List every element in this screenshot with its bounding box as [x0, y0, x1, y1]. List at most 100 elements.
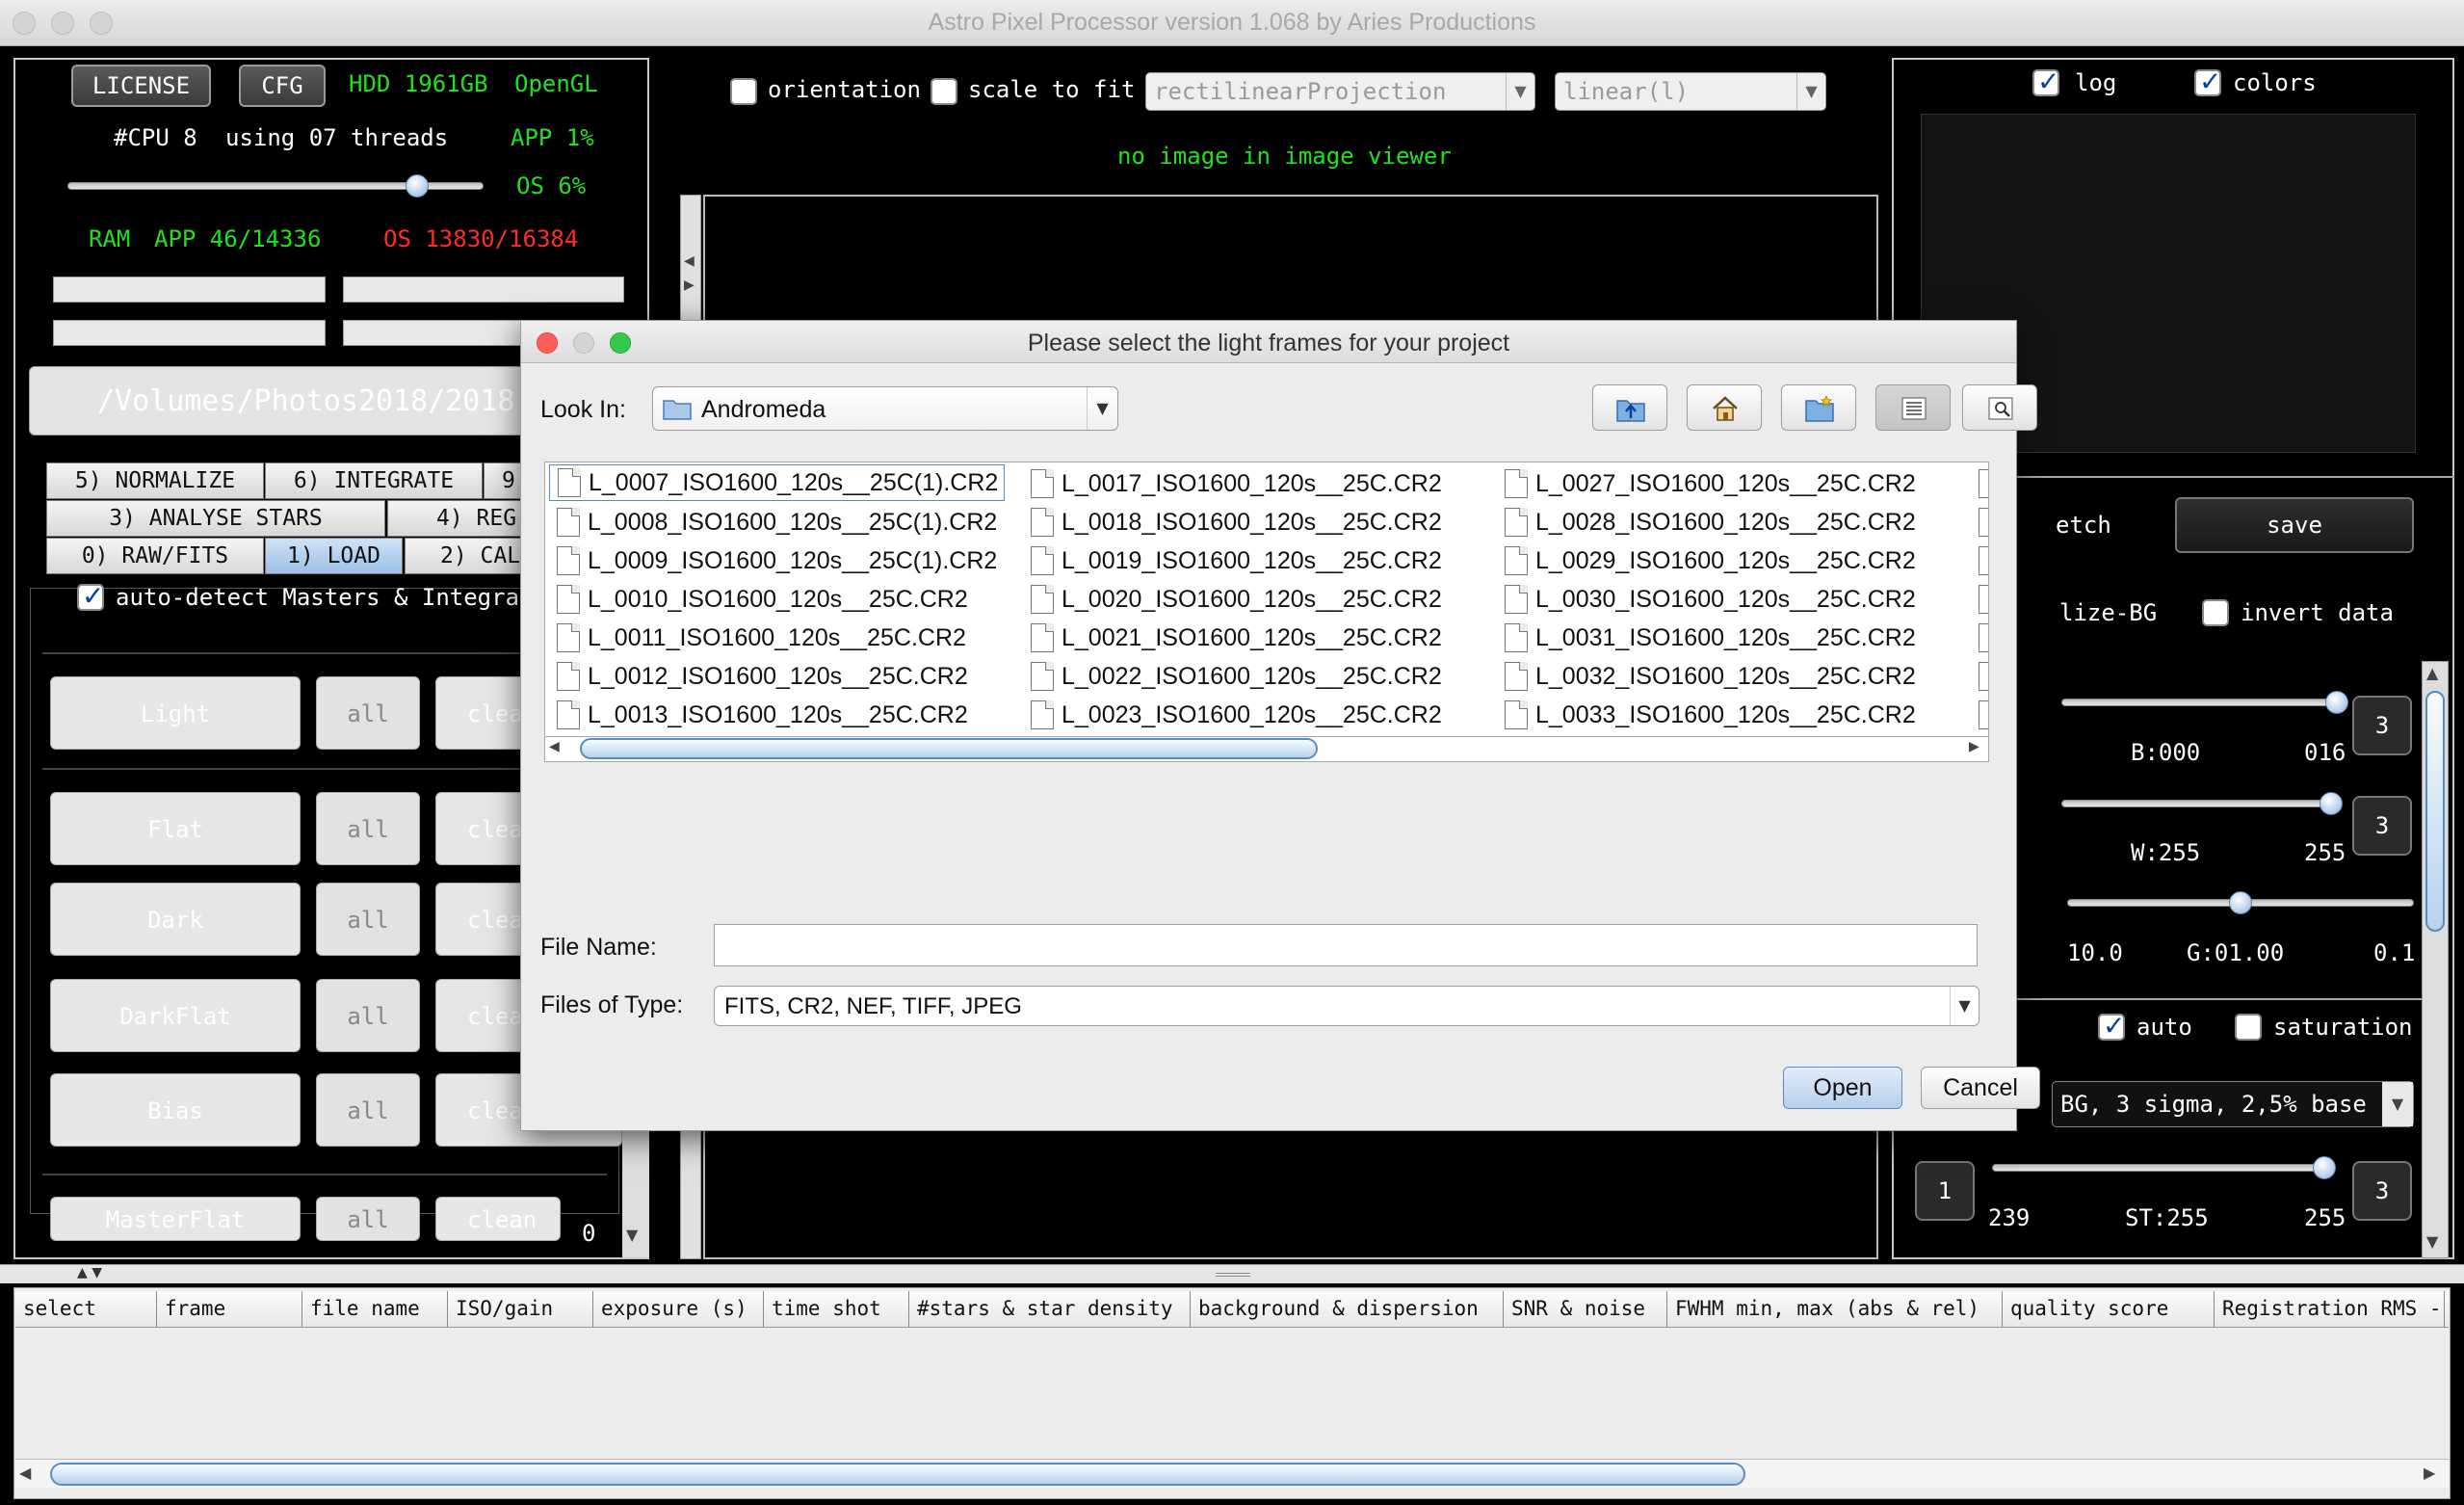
file-item[interactable]: L_: [1971, 541, 1988, 580]
stretch-select[interactable]: linear(l) ▼: [1555, 72, 1826, 111]
select-all-bias-button[interactable]: all: [316, 1073, 420, 1147]
file-list-scrollbar-thumb[interactable]: [580, 738, 1318, 759]
grip-icon[interactable]: [1216, 1273, 1250, 1277]
load-darkflat-button[interactable]: DarkFlat: [50, 979, 301, 1052]
column-header[interactable]: select: [15, 1291, 157, 1328]
scroll-right-arrow-icon[interactable]: ▶: [2424, 1464, 2435, 1482]
file-item[interactable]: L_0028_ISO1600_120s__25C.CR2: [1497, 503, 1922, 541]
log-checkbox[interactable]: [2032, 66, 2059, 97]
new-folder-button[interactable]: [1781, 384, 1856, 431]
tab-raw-fits[interactable]: 0) RAW/FITS: [46, 538, 264, 574]
select-all-darkflat-button[interactable]: all: [316, 979, 420, 1052]
file-item[interactable]: L_0033_ISO1600_120s__25C.CR2: [1497, 696, 1922, 734]
file-item[interactable]: L_0021_ISO1600_120s__25C.CR2: [1023, 619, 1448, 657]
saturation-slider[interactable]: [1992, 1164, 2331, 1172]
file-item[interactable]: L_0009_ISO1600_120s__25C(1).CR2: [549, 541, 1003, 580]
column-header[interactable]: background & dispersion: [1191, 1291, 1504, 1328]
file-item[interactable]: L_: [1971, 580, 1988, 619]
file-item[interactable]: L_0032_ISO1600_120s__25C.CR2: [1497, 657, 1922, 696]
file-item[interactable]: L_: [1971, 464, 1988, 503]
black-point-step-box[interactable]: 3: [2352, 696, 2412, 755]
column-header[interactable]: frame: [157, 1291, 302, 1328]
file-item[interactable]: L_0010_ISO1600_120s__25C.CR2: [549, 580, 974, 619]
bg-method-select[interactable]: BG, 3 sigma, 2,5% base ▼: [2052, 1081, 2414, 1127]
list-view-button[interactable]: [1875, 384, 1951, 431]
file-item[interactable]: L_: [1971, 696, 1988, 734]
right-scrollbar-thumb[interactable]: [2425, 691, 2445, 932]
white-point-slider[interactable]: [2061, 800, 2337, 807]
orientation-checkbox[interactable]: [730, 78, 757, 105]
column-header[interactable]: quality score: [2003, 1291, 2215, 1328]
column-header[interactable]: exposure (s): [593, 1291, 764, 1328]
file-item[interactable]: L_0027_ISO1600_120s__25C.CR2: [1497, 464, 1922, 503]
load-flat-button[interactable]: Flat: [50, 792, 301, 865]
open-button[interactable]: Open: [1783, 1067, 1902, 1109]
scroll-left-arrow-icon[interactable]: ◀: [549, 739, 560, 754]
file-item[interactable]: L_0022_ISO1600_120s__25C.CR2: [1023, 657, 1448, 696]
bottom-splitter[interactable]: ▲ ▼: [0, 1264, 2464, 1283]
tab-register[interactable]: 4) REG: [387, 500, 541, 537]
clean-masterflat-button[interactable]: clean: [435, 1197, 561, 1241]
column-header[interactable]: time shot: [764, 1291, 909, 1328]
table-hscrollbar[interactable]: ◀ ▶: [15, 1459, 2449, 1488]
tab-load[interactable]: 1) LOAD: [265, 538, 403, 574]
table-scrollbar-thumb[interactable]: [50, 1463, 1745, 1486]
scroll-left-arrow-icon[interactable]: ◀: [19, 1464, 31, 1482]
file-item[interactable]: L_: [1971, 657, 1988, 696]
left-panel-scrollbar[interactable]: ▼: [622, 1118, 649, 1257]
saturation-checkbox[interactable]: [2235, 1014, 2262, 1041]
select-all-light-button[interactable]: all: [316, 676, 420, 750]
file-item[interactable]: L_0012_ISO1600_120s__25C.CR2: [549, 657, 974, 696]
column-header[interactable]: ISO/gain: [448, 1291, 593, 1328]
file-item[interactable]: L_0019_ISO1600_120s__25C.CR2: [1023, 541, 1448, 580]
file-item[interactable]: L_0020_ISO1600_120s__25C.CR2: [1023, 580, 1448, 619]
black-point-knob[interactable]: [2325, 691, 2348, 714]
column-header[interactable]: #stars & star density: [909, 1291, 1191, 1328]
auto-detect-checkbox[interactable]: [77, 580, 104, 612]
saturation-low-box[interactable]: 1: [1915, 1161, 1975, 1221]
white-point-step-box[interactable]: 3: [2352, 796, 2412, 856]
right-panel-scrollbar[interactable]: ▲ ▼: [2422, 661, 2449, 1258]
scale-to-fit-checkbox[interactable]: [931, 78, 957, 105]
column-header[interactable]: FWHM min, max (abs & rel): [1667, 1291, 2003, 1328]
file-list[interactable]: L_0007_ISO1600_120s__25C(1).CR2 L_0008_IS…: [544, 462, 1989, 737]
black-point-slider[interactable]: [2061, 699, 2337, 706]
license-button[interactable]: LICENSE: [71, 65, 211, 107]
column-header[interactable]: file name: [302, 1291, 448, 1328]
working-directory-button[interactable]: /Volumes/Photos2018/2018: [29, 366, 530, 436]
file-item[interactable]: L_0007_ISO1600_120s__25C(1).CR2: [549, 464, 1006, 501]
tab-normalize[interactable]: 5) NORMALIZE: [46, 462, 264, 499]
saturation-high-box[interactable]: 3: [2352, 1161, 2412, 1221]
select-all-masterflat-button[interactable]: all: [316, 1197, 420, 1241]
file-item[interactable]: L_0011_ISO1600_120s__25C.CR2: [549, 619, 972, 657]
file-item[interactable]: L_: [1971, 503, 1988, 541]
column-header[interactable]: SNR & noise: [1504, 1291, 1667, 1328]
file-item[interactable]: L_0017_ISO1600_120s__25C.CR2: [1023, 464, 1448, 503]
home-button[interactable]: [1687, 384, 1762, 431]
file-item[interactable]: L_0030_ISO1600_120s__25C.CR2: [1497, 580, 1922, 619]
saturation-knob[interactable]: [2312, 1156, 2336, 1179]
look-in-select[interactable]: Andromeda ▼: [652, 386, 1118, 431]
file-item[interactable]: L_0031_ISO1600_120s__25C.CR2: [1497, 619, 1922, 657]
select-all-flat-button[interactable]: all: [316, 792, 420, 865]
file-item[interactable]: L_0023_ISO1600_120s__25C.CR2: [1023, 696, 1448, 734]
file-item[interactable]: L_0013_ISO1600_120s__25C.CR2: [549, 696, 974, 734]
load-masterflat-button[interactable]: MasterFlat: [50, 1197, 301, 1241]
files-of-type-select[interactable]: FITS, CR2, NEF, TIFF, JPEG ▼: [714, 986, 1979, 1026]
load-dark-button[interactable]: Dark: [50, 883, 301, 956]
splitter-arrows-icon[interactable]: ▲ ▼: [77, 1265, 102, 1281]
select-all-dark-button[interactable]: all: [316, 883, 420, 956]
projection-select[interactable]: rectilinearProjection ▼: [1145, 72, 1535, 111]
tab-integrate[interactable]: 6) INTEGRATE: [265, 462, 483, 499]
expand-arrow-icon[interactable]: ▶: [684, 277, 695, 293]
colors-checkbox[interactable]: [2194, 66, 2221, 97]
tab-analyse-stars[interactable]: 3) ANALYSE STARS: [46, 500, 385, 537]
file-item[interactable]: L_0018_ISO1600_120s__25C.CR2: [1023, 503, 1448, 541]
scroll-right-arrow-icon[interactable]: ▶: [1969, 739, 1979, 754]
cancel-button[interactable]: Cancel: [1921, 1067, 2040, 1109]
collapse-arrow-icon[interactable]: ◀: [684, 253, 695, 269]
thread-slider-knob[interactable]: [405, 174, 429, 198]
scroll-down-arrow-icon[interactable]: ▼: [2426, 1232, 2438, 1251]
file-list-hscrollbar[interactable]: ◀ ▶: [544, 737, 1989, 762]
load-light-button[interactable]: Light: [50, 676, 301, 750]
